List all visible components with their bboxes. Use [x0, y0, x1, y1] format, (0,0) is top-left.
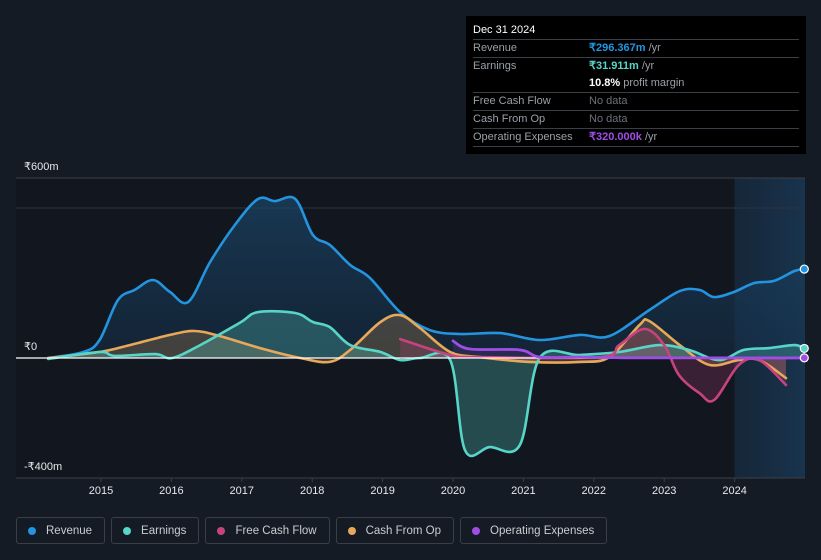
x-tick-label: 2018 [300, 485, 324, 497]
tooltip-row-margin: 10.8% profit margin [473, 75, 799, 93]
tooltip-row-fcf: Free Cash Flow No data [473, 93, 799, 111]
tooltip-value: ₹320.000k [589, 131, 642, 143]
tooltip-label: Operating Expenses [473, 131, 573, 143]
legend-item-revenue[interactable]: Revenue [16, 517, 106, 544]
x-tick-label: 2015 [89, 485, 113, 497]
legend: Revenue Earnings Free Cash Flow Cash Fro… [16, 517, 608, 544]
tooltip-label: Revenue [473, 42, 518, 54]
x-tick-label: 2022 [582, 485, 606, 497]
x-tick-label: 2021 [511, 485, 535, 497]
y-label-zero: ₹0 [24, 341, 37, 353]
legend-label: Earnings [141, 524, 187, 537]
earnings-dot-icon [123, 526, 132, 535]
legend-label: Operating Expenses [490, 524, 595, 537]
x-tick-label: 2017 [230, 485, 254, 497]
legend-item-operating-expenses[interactable]: Operating Expenses [460, 517, 608, 544]
tooltip-panel: Dec 31 2024 Revenue ₹296.367m /yr Earnin… [466, 16, 806, 154]
tooltip-label [473, 75, 589, 92]
fcf-dot-icon [217, 526, 226, 535]
tooltip-value: ₹31.911m [589, 60, 639, 72]
tooltip-unit: /yr [641, 131, 658, 143]
tooltip-row-cfo: Cash From Op No data [473, 111, 799, 129]
legend-item-cash-from-op[interactable]: Cash From Op [335, 517, 455, 544]
revenue-dot-icon [28, 526, 36, 535]
y-label-bottom: -₹400m [24, 461, 62, 473]
operating-expenses-end-marker[interactable] [799, 353, 809, 363]
y-label-top: ₹600m [24, 161, 59, 173]
opex-dot-icon [472, 526, 481, 535]
tooltip-row-opex: Operating Expenses ₹320.000k /yr [473, 129, 799, 147]
tooltip-unit: profit margin [620, 77, 685, 89]
tooltip-unit: /yr [645, 42, 661, 54]
legend-label: Cash From Op [365, 524, 442, 537]
tooltip-label: Cash From Op [473, 113, 546, 125]
legend-label: Revenue [46, 524, 93, 537]
tooltip-value: No data [589, 95, 628, 107]
revenue-end-marker[interactable] [799, 264, 809, 274]
x-tick-label: 2023 [652, 485, 676, 497]
tooltip-unit: /yr [638, 60, 655, 72]
earnings-end-marker[interactable] [799, 343, 809, 354]
x-tick-label: 2019 [370, 485, 394, 497]
tooltip-value: No data [589, 113, 628, 125]
x-tick-label: 2020 [441, 485, 465, 497]
legend-item-free-cash-flow[interactable]: Free Cash Flow [205, 517, 330, 544]
x-tick-label: 2016 [159, 485, 183, 497]
cfo-dot-icon [347, 526, 356, 535]
tooltip-value: 10.8% [589, 77, 621, 89]
tooltip-label: Earnings [473, 60, 517, 72]
legend-item-earnings[interactable]: Earnings [111, 517, 200, 544]
tooltip-date: Dec 31 2024 [473, 22, 799, 40]
tooltip-value: ₹296.367m [589, 42, 646, 54]
legend-label: Free Cash Flow [235, 524, 317, 537]
x-tick-label: 2024 [722, 485, 746, 497]
tooltip-row-revenue: Revenue ₹296.367m /yr [473, 40, 799, 58]
tooltip-label: Free Cash Flow [473, 95, 551, 107]
tooltip-row-earnings: Earnings ₹31.911m /yr [473, 58, 799, 75]
